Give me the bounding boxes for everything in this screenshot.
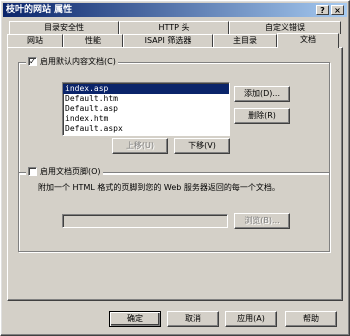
documents-panel: 启用默认内容文档(C) index.asp Default.htm Defaul… (7, 47, 343, 301)
checkbox-box[interactable] (28, 167, 37, 176)
tab-http-headers[interactable]: HTTP 头 (119, 21, 229, 34)
close-icon[interactable]: × (331, 5, 344, 15)
list-item[interactable]: index.htm (63, 114, 229, 124)
cancel-button[interactable]: 取消 (167, 311, 219, 327)
tab-documents[interactable]: 文档 (277, 33, 339, 48)
help-icon[interactable]: ? (316, 5, 329, 15)
help-button[interactable]: 帮助 (285, 311, 337, 327)
list-item[interactable]: index.asp (63, 84, 229, 94)
browse-button[interactable]: 浏览(B)... (234, 213, 290, 229)
enable-default-document-checkbox[interactable]: 启用默认内容文档(C) (26, 56, 118, 67)
enable-footer-label: 启用文档页脚(O) (40, 167, 101, 176)
move-up-button[interactable]: 上移(U) (112, 138, 168, 154)
footer-description: 附加一个 HTML 格式的页脚到您的 Web 服务器返回的每一个文档。 (38, 183, 280, 192)
title-bar: 枝叶的网站 属性 ? × (3, 3, 347, 17)
checkbox-box[interactable] (28, 57, 37, 66)
list-item[interactable]: Default.asp (63, 104, 229, 114)
tab-directory-security[interactable]: 目录安全性 (9, 21, 119, 34)
tab-website[interactable]: 网站 (7, 34, 63, 47)
move-down-button[interactable]: 下移(V) (174, 138, 230, 154)
remove-button[interactable]: 删除(R) (234, 108, 290, 124)
add-button[interactable]: 添加(D)... (234, 86, 290, 102)
tab-home-directory[interactable]: 主目录 (213, 34, 277, 47)
enable-default-document-label: 启用默认内容文档(C) (40, 57, 116, 66)
properties-dialog: 枝叶的网站 属性 ? × 目录安全性 HTTP 头 自定义错误 网站 性能 IS… (0, 0, 350, 336)
enable-footer-checkbox[interactable]: 启用文档页脚(O) (26, 166, 103, 177)
apply-button[interactable]: 应用(A) (225, 311, 277, 327)
default-document-list[interactable]: index.asp Default.htm Default.asp index.… (62, 82, 230, 136)
list-item[interactable]: Default.aspx (63, 124, 229, 134)
footer-path-input[interactable] (62, 214, 228, 228)
tab-isapi-filters[interactable]: ISAPI 筛选器 (123, 34, 213, 47)
ok-button[interactable]: 确定 (109, 311, 161, 327)
tab-performance[interactable]: 性能 (63, 34, 123, 47)
list-item[interactable]: Default.htm (63, 94, 229, 104)
window-title: 枝叶的网站 属性 (6, 5, 73, 15)
